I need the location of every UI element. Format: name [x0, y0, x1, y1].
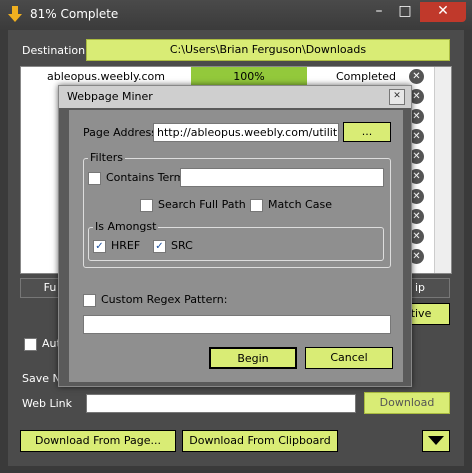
remove-icon[interactable]: ✕: [409, 69, 424, 84]
destination-field[interactable]: C:\Users\Brian Ferguson\Downloads: [86, 39, 450, 61]
src-checkbox[interactable]: ✓: [153, 240, 166, 253]
web-link-input[interactable]: [86, 394, 356, 413]
contains-term-input[interactable]: [180, 168, 384, 187]
menu-dropdown-button[interactable]: [422, 430, 450, 452]
filters-group: Filters Contains Term Search Full Path M…: [83, 151, 391, 268]
is-amongst-label: Is Amongst: [93, 220, 159, 233]
href-checkbox[interactable]: ✓: [93, 240, 106, 253]
table-row[interactable]: ableopus.weebly.com 100% Completed ✕: [21, 67, 433, 87]
maximize-button[interactable]: □: [392, 2, 418, 22]
browse-button[interactable]: ...: [343, 122, 391, 142]
close-window-button[interactable]: ✕: [420, 2, 466, 22]
search-full-path-label: Search Full Path: [158, 198, 246, 211]
href-label: HREF: [111, 239, 141, 252]
web-link-label: Web Link: [22, 397, 73, 410]
cancel-button[interactable]: Cancel: [305, 347, 393, 369]
window-title: 81% Complete: [30, 7, 119, 21]
title-bar: 81% Complete – □ ✕: [0, 0, 472, 30]
download-from-page-button[interactable]: Download From Page...: [20, 430, 176, 452]
page-address-label: Page Address: [83, 126, 157, 139]
download-name: ableopus.weebly.com: [47, 70, 165, 83]
triangle-down-icon: [428, 436, 444, 445]
download-arrow-icon: [8, 6, 22, 22]
src-label: SRC: [171, 239, 193, 252]
is-amongst-group: Is Amongst ✓ HREF ✓ SRC: [88, 220, 384, 261]
page-address-input[interactable]: http://ableopus.weebly.com/utilities.h: [153, 123, 339, 142]
dialog-close-button[interactable]: ✕: [389, 89, 405, 105]
download-from-clipboard-button[interactable]: Download From Clipboard: [182, 430, 338, 452]
begin-button[interactable]: Begin: [209, 347, 297, 369]
contains-term-label: Contains Term: [106, 171, 185, 184]
custom-regex-input[interactable]: [83, 315, 391, 334]
match-case-label: Match Case: [268, 198, 332, 211]
match-case-checkbox[interactable]: [250, 199, 263, 212]
destination-label: Destination: [22, 44, 86, 57]
filters-label: Filters: [88, 151, 125, 164]
download-button[interactable]: Download: [364, 392, 450, 414]
custom-regex-label: Custom Regex Pattern:: [101, 293, 228, 306]
minimize-button[interactable]: –: [366, 2, 392, 22]
dialog-title-bar: Webpage Miner ✕: [59, 86, 411, 108]
contains-term-checkbox[interactable]: [88, 172, 101, 185]
custom-regex-checkbox[interactable]: [83, 294, 96, 307]
webpage-miner-dialog: Webpage Miner ✕ Page Address http://able…: [58, 85, 412, 387]
auto-checkbox[interactable]: [24, 338, 37, 351]
list-scrollbar[interactable]: [434, 67, 451, 273]
download-status: Completed: [336, 70, 396, 83]
dialog-title: Webpage Miner: [67, 90, 153, 103]
main-window: 81% Complete – □ ✕ Destination C:\Users\…: [0, 0, 472, 473]
search-full-path-checkbox[interactable]: [140, 199, 153, 212]
download-progress: 100%: [191, 67, 307, 87]
dialog-body: Page Address http://ableopus.weebly.com/…: [69, 110, 403, 382]
